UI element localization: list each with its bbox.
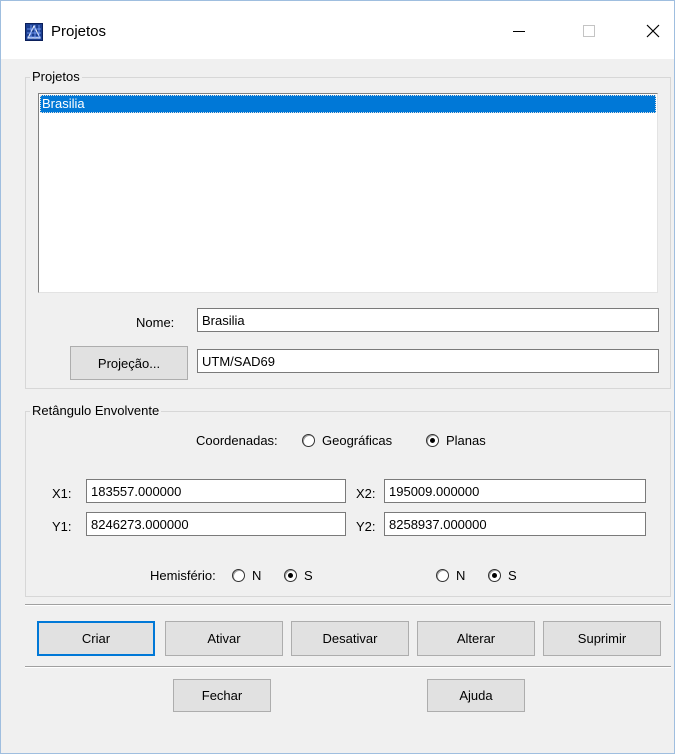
coordinates-label: Coordenadas: <box>196 433 278 448</box>
list-item-label: Brasilia <box>42 96 85 111</box>
radio-hemisphere-n-right-label[interactable]: N <box>456 568 465 583</box>
radio-planar[interactable] <box>426 434 439 447</box>
radio-hemisphere-s-right[interactable] <box>488 569 501 582</box>
delete-button[interactable]: Suprimir <box>543 621 661 656</box>
x1-label: X1: <box>52 486 72 501</box>
title-bar[interactable]: Projetos <box>1 1 674 59</box>
name-label: Nome: <box>136 315 175 330</box>
help-button[interactable]: Ajuda <box>427 679 525 712</box>
projects-group: Projetos Brasilia Nome: Projeção... <box>25 69 671 389</box>
radio-hemisphere-n-left[interactable] <box>232 569 245 582</box>
alter-button[interactable]: Alterar <box>417 621 535 656</box>
close-dialog-button[interactable]: Fechar <box>173 679 271 712</box>
radio-hemisphere-s-right-label[interactable]: S <box>508 568 517 583</box>
projection-field[interactable] <box>197 349 659 373</box>
y1-label: Y1: <box>52 519 72 534</box>
y2-field[interactable] <box>384 512 646 536</box>
radio-planar-label[interactable]: Planas <box>446 433 486 448</box>
projects-listbox[interactable]: Brasilia <box>38 93 658 293</box>
minimize-icon <box>513 31 525 32</box>
radio-hemisphere-n-left-label[interactable]: N <box>252 568 261 583</box>
bounding-box-group-label: Retângulo Envolvente <box>30 403 162 419</box>
activate-button[interactable]: Ativar <box>165 621 283 656</box>
grid-map-icon <box>25 23 43 41</box>
radio-geographic-label[interactable]: Geográficas <box>322 433 392 448</box>
list-item[interactable]: Brasilia <box>40 95 656 113</box>
projects-group-label: Projetos <box>30 69 82 85</box>
radio-hemisphere-s-left-label[interactable]: S <box>304 568 313 583</box>
name-field[interactable] <box>197 308 659 332</box>
y1-field[interactable] <box>86 512 346 536</box>
radio-hemisphere-s-left[interactable] <box>284 569 297 582</box>
separator-bottom <box>25 666 671 668</box>
minimize-button[interactable] <box>497 13 541 49</box>
projection-button[interactable]: Projeção... <box>70 346 188 380</box>
maximize-icon <box>583 25 595 37</box>
create-button[interactable]: Criar <box>37 621 155 656</box>
window-title: Projetos <box>51 23 107 40</box>
hemisphere-label: Hemisfério: <box>150 568 216 583</box>
radio-geographic[interactable] <box>302 434 315 447</box>
radio-hemisphere-n-right[interactable] <box>436 569 449 582</box>
x2-label: X2: <box>356 486 376 501</box>
x2-field[interactable] <box>384 479 646 503</box>
y2-label: Y2: <box>356 519 376 534</box>
close-button[interactable] <box>631 13 675 49</box>
separator-top <box>25 604 671 606</box>
projects-dialog: Projetos Projetos Brasilia Nome: Projeçã… <box>0 0 675 754</box>
bounding-box-group: Retângulo Envolvente Coordenadas: Geográ… <box>25 403 671 597</box>
x1-field[interactable] <box>86 479 346 503</box>
deactivate-button[interactable]: Desativar <box>291 621 409 656</box>
close-icon <box>646 24 660 38</box>
maximize-button <box>567 13 611 49</box>
